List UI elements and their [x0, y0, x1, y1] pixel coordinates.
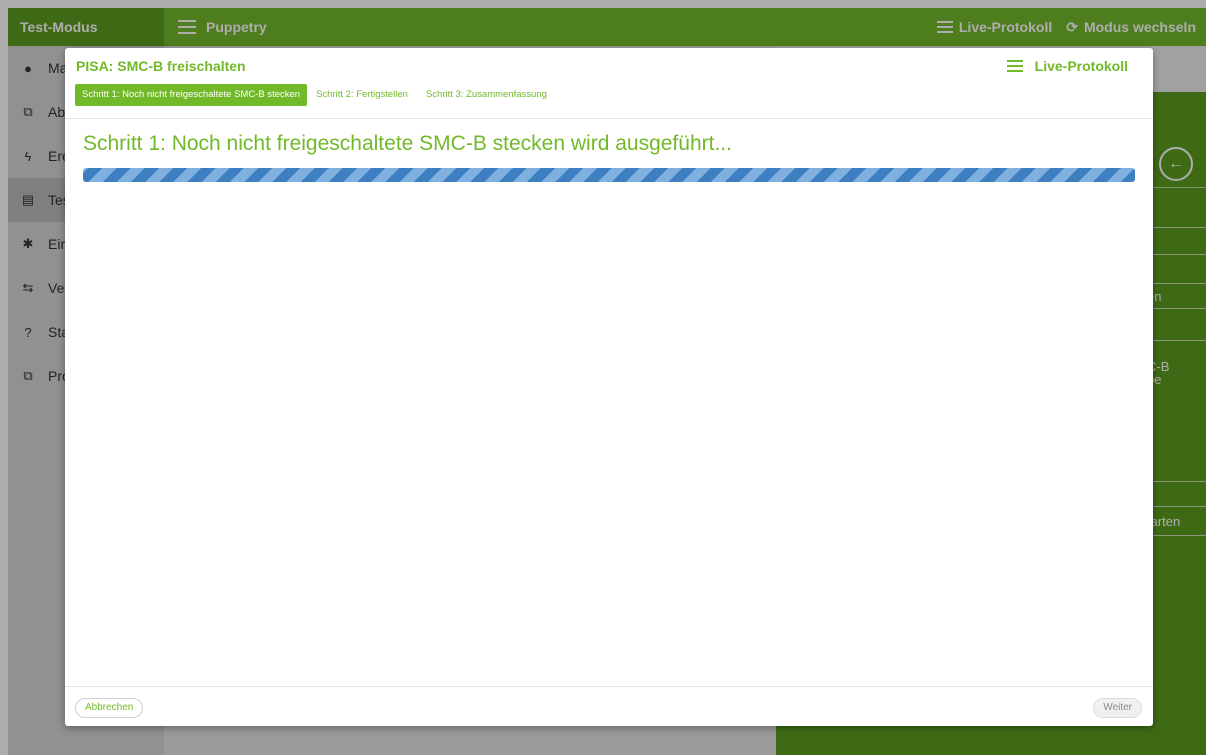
dialog-live-protocol-label: Live-Protokoll [1034, 58, 1128, 74]
progress-bar [83, 168, 1135, 182]
dialog-header: PISA: SMC-B freischalten Live-Protokoll … [65, 48, 1153, 119]
step-tab-2[interactable]: Schritt 2: Fertigstellen [307, 84, 417, 106]
dialog-footer: Abbrechen Weiter [65, 686, 1153, 726]
step-tab-3[interactable]: Schritt 3: Zusammenfassung [417, 84, 556, 106]
next-button[interactable]: Weiter [1093, 698, 1142, 718]
dialog-live-protocol-button[interactable]: Live-Protokoll [1006, 58, 1128, 74]
step-status-text: Schritt 1: Noch nicht freigeschaltete SM… [83, 132, 732, 155]
step-tab-1[interactable]: Schritt 1: Noch nicht freigeschaltete SM… [75, 84, 308, 106]
cancel-button[interactable]: Abbrechen [75, 698, 144, 718]
wizard-dialog: PISA: SMC-B freischalten Live-Protokoll … [65, 48, 1153, 726]
wizard-steps: Schritt 1: Noch nicht freigeschaltete SM… [75, 84, 556, 106]
dialog-title: PISA: SMC-B freischalten [76, 58, 246, 74]
dialog-body: Schritt 1: Noch nicht freigeschaltete SM… [65, 119, 1153, 686]
list-icon [1006, 60, 1023, 72]
